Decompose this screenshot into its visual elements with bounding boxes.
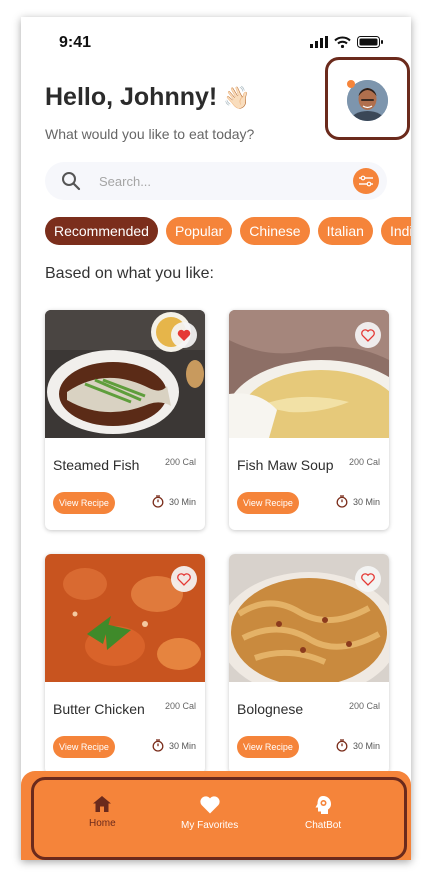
chip-chinese[interactable]: Chinese [240, 217, 310, 245]
view-recipe-button[interactable]: View Recipe [237, 492, 299, 514]
recipe-time: 30 Min [152, 739, 196, 752]
nav-home-label: Home [89, 818, 116, 829]
subtitle: What would you like to eat today? [45, 126, 255, 142]
recipe-calories: 200 Cal [348, 457, 380, 467]
timer-icon [336, 495, 348, 508]
chip-popular[interactable]: Popular [165, 217, 233, 245]
home-icon [93, 796, 112, 812]
status-icons [310, 36, 383, 48]
greeting: Hello, Johnny! 👋🏻 [45, 83, 251, 112]
filter-icon [359, 175, 373, 187]
heart-icon [200, 796, 220, 814]
recipe-name: Fish Maw Soup [237, 457, 334, 473]
favorite-button[interactable] [171, 322, 197, 348]
recipe-card[interactable]: Steamed Fish 200 Cal View Recipe 30 Min [45, 310, 205, 530]
view-recipe-button[interactable]: View Recipe [53, 736, 115, 758]
recipe-time-text: 30 Min [168, 740, 196, 751]
phone-screen: 9:41 Hello, Johnny! 👋🏻 What would you li… [21, 17, 411, 860]
recipe-card[interactable]: Butter Chicken 200 Cal View Recipe 30 Mi… [45, 554, 205, 774]
heart-outline-icon [361, 572, 375, 586]
timer-icon [152, 495, 164, 508]
status-time: 9:41 [59, 34, 92, 51]
recipe-time: 30 Min [336, 739, 380, 752]
heart-outline-icon [361, 328, 375, 342]
recipe-calories: 200 Cal [164, 457, 196, 467]
nav-favorites[interactable]: My Favorites [181, 795, 238, 831]
recipe-name: Butter Chicken [53, 701, 145, 717]
heart-filled-icon [177, 329, 191, 341]
nav-favorites-label: My Favorites [181, 820, 239, 831]
recipe-calories: 200 Cal [164, 701, 196, 711]
timer-icon [336, 739, 348, 752]
chip-italian[interactable]: Italian [317, 217, 373, 245]
wifi-icon [334, 36, 351, 48]
nav-chatbot-label: ChatBot [305, 820, 342, 831]
signal-icon [310, 36, 328, 48]
recipe-name: Bolognese [237, 701, 304, 717]
chip-recommended[interactable]: Recommended [45, 217, 158, 245]
favorite-button[interactable] [171, 566, 197, 592]
recipe-card[interactable]: Bolognese 200 Cal View Recipe 30 Min [229, 554, 389, 774]
notification-dot [347, 80, 355, 88]
category-chips: Recommended Popular Chinese Italian Indi… [45, 217, 411, 245]
nav-chatbot[interactable]: ChatBot [305, 795, 341, 831]
filter-button[interactable] [353, 168, 379, 194]
profile-avatar-button[interactable] [325, 57, 410, 140]
recipe-name: Steamed Fish [53, 457, 140, 473]
search-bar[interactable] [45, 162, 387, 200]
recipe-calories: 200 Cal [348, 701, 380, 711]
recipe-card[interactable]: Fish Maw Soup 200 Cal View Recipe 30 Min [229, 310, 389, 530]
view-recipe-button[interactable]: View Recipe [53, 492, 115, 514]
recipe-time-text: 30 Min [352, 740, 380, 751]
section-title: Based on what you like: [45, 265, 214, 282]
recipe-time: 30 Min [152, 495, 196, 508]
recipe-time: 30 Min [336, 495, 380, 508]
view-recipe-button[interactable]: View Recipe [237, 736, 299, 758]
heart-outline-icon [177, 572, 191, 586]
recipe-time-text: 30 Min [168, 496, 196, 507]
wave-emoji-icon: 👋🏻 [223, 84, 251, 110]
bottom-nav: Home My Favorites ChatBot [21, 771, 411, 860]
favorite-button[interactable] [355, 322, 381, 348]
search-icon [62, 172, 81, 191]
chatbot-icon [315, 796, 332, 814]
search-input[interactable] [99, 162, 319, 200]
timer-icon [152, 739, 164, 752]
greeting-text: Hello, Johnny! [45, 83, 218, 111]
favorite-button[interactable] [355, 566, 381, 592]
nav-home[interactable]: Home [89, 795, 116, 829]
recipe-time-text: 30 Min [352, 496, 380, 507]
chip-indian[interactable]: Indian [380, 217, 411, 245]
battery-icon [357, 36, 383, 48]
